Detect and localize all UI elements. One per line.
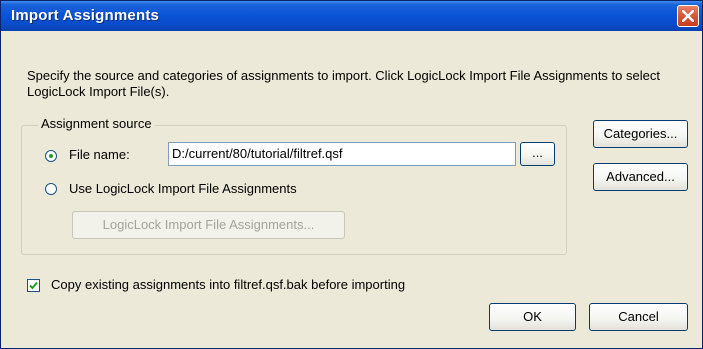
use-logiclock-radio[interactable] — [45, 183, 57, 195]
title-bar[interactable]: Import Assignments — [1, 1, 702, 31]
close-icon — [682, 10, 694, 22]
file-name-label: File name: — [69, 147, 130, 162]
browse-button[interactable]: ... — [520, 142, 555, 166]
file-name-radio[interactable] — [45, 150, 57, 162]
use-logiclock-label: Use LogicLock Import File Assignments — [69, 181, 297, 196]
advanced-button[interactable]: Advanced... — [593, 163, 688, 191]
categories-button[interactable]: Categories... — [593, 120, 688, 148]
file-name-input[interactable]: D:/current/80/tutorial/filtref.qsf — [168, 142, 516, 166]
close-button[interactable] — [677, 5, 699, 27]
import-assignments-dialog: Import Assignments Specify the source an… — [0, 0, 703, 349]
logiclock-import-file-assignments-button[interactable]: LogicLock Import File Assignments... — [72, 211, 345, 239]
window-title: Import Assignments — [11, 7, 160, 24]
ok-button[interactable]: OK — [489, 303, 576, 331]
radio-selected-dot — [49, 154, 53, 158]
copy-assignments-label: Copy existing assignments into filtref.q… — [51, 277, 406, 292]
assignment-source-label: Assignment source — [38, 116, 155, 131]
instructions-text: Specify the source and categories of ass… — [27, 68, 660, 99]
checkmark-icon — [29, 281, 38, 290]
copy-assignments-checkbox[interactable] — [27, 279, 40, 292]
cancel-button[interactable]: Cancel — [589, 303, 688, 331]
